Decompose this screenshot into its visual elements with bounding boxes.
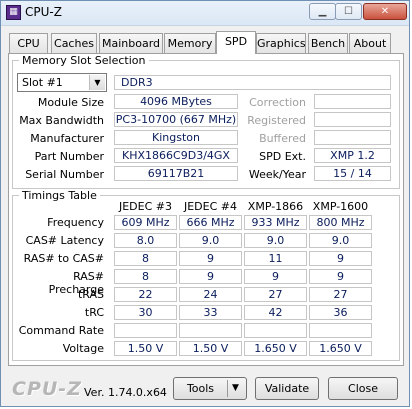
timing-row-label: tRAS: [77, 288, 104, 301]
cpuz-app-icon: ▦: [6, 5, 21, 20]
max-bandwidth-value: PC3-10700 (667 MHz): [114, 112, 238, 127]
timing-cell: 9: [179, 269, 242, 284]
timing-cell: [114, 323, 177, 338]
timing-cell: [244, 323, 307, 338]
tab-graphics[interactable]: Graphics: [256, 33, 306, 53]
serial-number-value: 69117B21: [114, 166, 238, 181]
tab-caches[interactable]: Caches: [51, 33, 97, 53]
chevron-down-icon[interactable]: ▼: [89, 75, 105, 90]
week-year-value: 15 / 14: [314, 166, 391, 181]
timing-row-label: Command Rate: [18, 324, 104, 337]
timing-cell: 8: [114, 251, 177, 266]
timing-cell: 8: [114, 269, 177, 284]
timing-cell: 9.0: [309, 233, 372, 248]
timing-row-label: Frequency: [47, 216, 104, 229]
timing-cell: 1.50 V: [179, 341, 242, 356]
tab-about[interactable]: About: [349, 33, 391, 53]
timing-cell: 9: [179, 251, 242, 266]
window-title: CPU-Z: [25, 5, 62, 19]
tab-bench[interactable]: Bench: [308, 33, 348, 53]
timing-cell: 9: [309, 251, 372, 266]
manufacturer-value: Kingston: [114, 130, 238, 145]
timing-cell: 9: [309, 269, 372, 284]
column-header: JEDEC #4: [183, 200, 237, 213]
version-label: Ver. 1.74.0.x64: [84, 386, 167, 399]
serial-number-label: Serial Number: [25, 168, 104, 181]
cpuz-logo: CPU-Z: [12, 378, 82, 400]
manufacturer-label: Manufacturer: [30, 132, 104, 145]
timing-cell: 33: [179, 305, 242, 320]
timing-cell: 666 MHz: [179, 215, 242, 230]
timing-cell: 30: [114, 305, 177, 320]
timing-cell: [179, 323, 242, 338]
tools-button-label: Tools: [186, 382, 215, 395]
tools-button[interactable]: Tools ▼: [173, 377, 247, 400]
part-number-value: KHX1866C9D3/4GX: [114, 148, 238, 163]
timing-cell: 9.0: [244, 233, 307, 248]
module-size-value: 4096 MBytes: [114, 94, 238, 109]
tab-cpu[interactable]: CPU: [9, 33, 48, 53]
tools-dropdown-icon[interactable]: ▼: [232, 378, 239, 399]
timing-cell: 27: [309, 287, 372, 302]
minimize-button[interactable]: ▁: [309, 3, 336, 20]
memory-slot-group-title: Memory Slot Selection: [22, 54, 146, 67]
module-size-label: Module Size: [37, 96, 104, 109]
maximize-button[interactable]: ☐: [335, 3, 362, 20]
correction-value: [314, 94, 391, 109]
cpuz-window: ▦ CPU-Z ▁ ☐ ✕ CPU Caches Mainboard Memor…: [0, 0, 410, 407]
max-bandwidth-label: Max Bandwidth: [19, 114, 104, 127]
timing-cell: 9: [244, 269, 307, 284]
correction-label: Correction: [249, 96, 306, 109]
timing-cell: 22: [114, 287, 177, 302]
buffered-value: [314, 130, 391, 145]
title-bar[interactable]: ▦ CPU-Z ▁ ☐ ✕: [1, 1, 409, 26]
timing-cell: 9.0: [179, 233, 242, 248]
timing-cell: 24: [179, 287, 242, 302]
timings-group-title: Timings Table: [22, 189, 97, 202]
timing-cell: [309, 323, 372, 338]
tab-memory[interactable]: Memory: [164, 33, 216, 53]
timing-cell: 1.650 V: [244, 341, 307, 356]
timing-cell: 8.0: [114, 233, 177, 248]
slot-select[interactable]: Slot #1 ▼: [17, 73, 107, 92]
timing-row-label: CAS# Latency: [25, 234, 104, 247]
part-number-label: Part Number: [34, 150, 104, 163]
timing-cell: 609 MHz: [114, 215, 177, 230]
timing-row-label: tRC: [84, 306, 104, 319]
timing-cell: 800 MHz: [309, 215, 372, 230]
spd-ext-value: XMP 1.2: [314, 148, 391, 163]
close-window-button[interactable]: ✕: [363, 3, 407, 20]
close-button[interactable]: Close: [328, 377, 398, 400]
column-header: XMP-1866: [247, 200, 304, 213]
week-year-label: Week/Year: [248, 168, 306, 181]
buffered-label: Buffered: [259, 132, 306, 145]
timing-cell: 42: [244, 305, 307, 320]
timing-cell: 933 MHz: [244, 215, 307, 230]
tab-mainboard[interactable]: Mainboard: [99, 33, 163, 53]
registered-value: [314, 112, 391, 127]
tab-spd[interactable]: SPD: [216, 31, 256, 54]
slot-select-value: Slot #1: [22, 76, 63, 89]
timing-cell: 36: [309, 305, 372, 320]
timing-cell: 1.650 V: [309, 341, 372, 356]
registered-label: Registered: [247, 114, 306, 127]
column-header: XMP-1600: [312, 200, 369, 213]
timing-row-label: RAS# to CAS#: [23, 252, 104, 265]
memory-type-value: DDR3: [114, 75, 391, 90]
timing-cell: 27: [244, 287, 307, 302]
column-header: JEDEC #3: [118, 200, 172, 213]
validate-button[interactable]: Validate: [255, 377, 319, 400]
timing-cell: 11: [244, 251, 307, 266]
spd-ext-label: SPD Ext.: [259, 150, 306, 163]
timing-cell: 1.50 V: [114, 341, 177, 356]
timing-row-label: Voltage: [62, 342, 104, 355]
